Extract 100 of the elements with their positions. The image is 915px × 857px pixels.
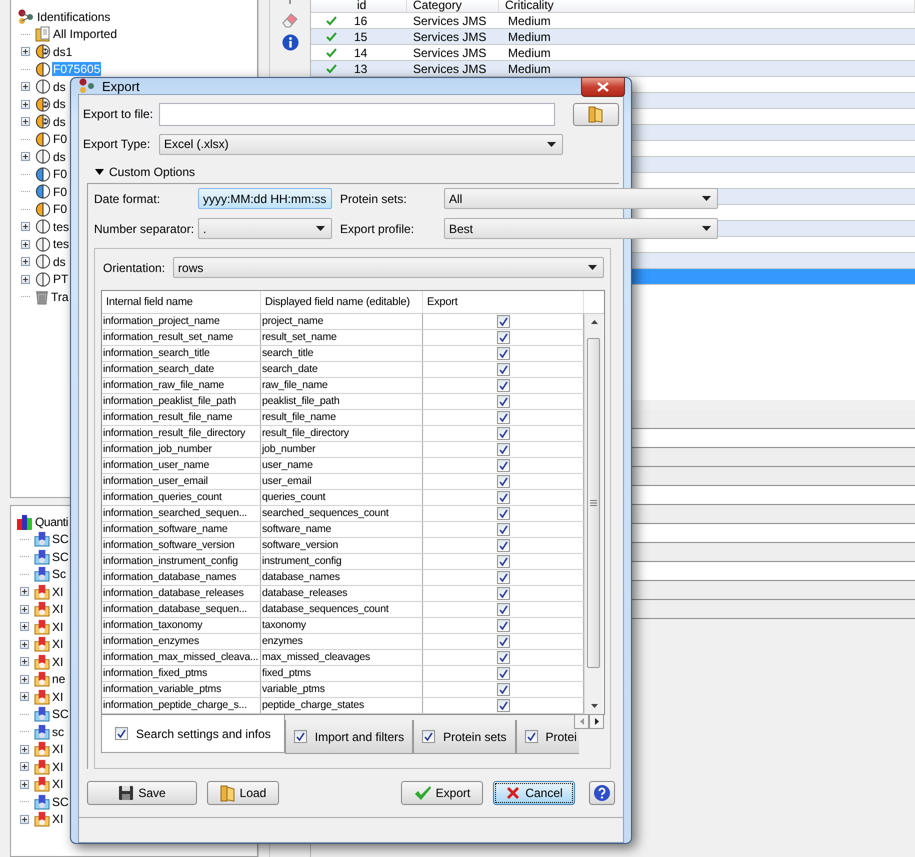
checkbox[interactable] (497, 363, 510, 376)
tree-title[interactable]: Quanti (35, 514, 68, 529)
checkbox[interactable] (497, 331, 510, 344)
table-cell[interactable]: user_name (261, 458, 423, 473)
up-triangle-icon[interactable] (590, 320, 598, 324)
table-cell[interactable]: searched_sequences_count (261, 506, 423, 521)
expand-icon[interactable] (21, 47, 30, 56)
tree-item[interactable]: ds (52, 114, 67, 129)
tree-item[interactable]: XI (51, 654, 64, 669)
file-path-field[interactable] (159, 102, 555, 126)
table-cell[interactable]: database_sequences_count (261, 602, 423, 617)
checkbox[interactable] (497, 683, 510, 696)
export-button[interactable]: Export (401, 781, 483, 805)
expand-icon[interactable] (20, 657, 29, 666)
tab[interactable]: Import and filters (284, 720, 414, 754)
checkbox[interactable] (497, 619, 510, 632)
expand-icon[interactable] (20, 622, 29, 632)
expand-icon[interactable] (21, 240, 30, 249)
tree-item[interactable]: XI (51, 584, 64, 599)
orientation-dropdown[interactable]: rows (173, 257, 604, 278)
tree-item[interactable]: ds (52, 80, 67, 94)
expand-icon[interactable] (20, 780, 29, 789)
checkbox[interactable] (524, 730, 538, 743)
tab[interactable]: Protein sets (413, 720, 516, 754)
tree-title[interactable]: Identifications (36, 10, 112, 24)
expand-icon[interactable] (20, 674, 29, 684)
tree-item[interactable]: tes (52, 220, 70, 234)
tree-item[interactable]: SC (51, 794, 70, 809)
table-cell[interactable]: peaklist_file_path (261, 394, 423, 409)
checkbox[interactable] (497, 347, 510, 360)
checkbox[interactable] (422, 730, 436, 743)
table-cell[interactable]: fixed_ptms (261, 666, 423, 681)
table-cell[interactable]: job_number (261, 442, 423, 457)
table-cell[interactable]: queries_count (261, 490, 423, 505)
checkbox[interactable] (497, 635, 510, 648)
table-cell[interactable]: enzymes (261, 634, 423, 649)
expand-icon[interactable] (21, 152, 30, 162)
checkbox[interactable] (497, 491, 510, 504)
browse-button[interactable] (572, 102, 619, 126)
table-cell[interactable]: instrument_config (261, 554, 423, 569)
checkbox[interactable] (497, 523, 510, 536)
dropdown[interactable]: Best (444, 218, 718, 239)
tree-item[interactable]: sc (51, 724, 65, 739)
checkbox[interactable] (115, 727, 128, 740)
tree-item[interactable]: ds (52, 254, 67, 269)
tree-item[interactable]: Sc (51, 567, 68, 582)
tree-item[interactable]: F0 (52, 202, 68, 216)
expand-icon[interactable] (21, 274, 30, 284)
table-cell[interactable]: max_missed_cleavages (261, 650, 423, 665)
checkbox[interactable] (497, 587, 510, 600)
expand-icon[interactable] (20, 692, 29, 702)
tree-item[interactable]: XI (51, 620, 64, 634)
expand-icon[interactable] (20, 814, 29, 824)
checkbox[interactable] (497, 667, 510, 680)
table-cell[interactable]: database_names (261, 570, 423, 585)
dropdown[interactable]: yyyy:MM:dd HH:mm:ss (198, 188, 332, 209)
tree-item[interactable]: ds (52, 97, 67, 112)
checkbox[interactable] (497, 651, 510, 664)
checkbox[interactable] (497, 459, 510, 472)
table-cell[interactable]: search_date (261, 362, 423, 377)
column-header[interactable]: Displayed field name (editable) (261, 291, 423, 313)
grip-icon[interactable] (590, 500, 597, 506)
tree-item[interactable]: tes (52, 237, 70, 252)
expand-icon[interactable] (21, 100, 30, 109)
tree-item[interactable]: ne (51, 672, 66, 686)
tree-item[interactable]: XI (51, 777, 64, 792)
tree-item[interactable]: All Imported (52, 27, 118, 42)
load-button[interactable]: Load (207, 781, 279, 805)
tree-item[interactable]: SC (51, 707, 70, 722)
tree-item[interactable]: F0 (52, 167, 68, 182)
checkbox[interactable] (497, 539, 510, 552)
expand-icon[interactable] (20, 762, 29, 772)
tree-item[interactable]: Tra (50, 290, 70, 304)
dropdown[interactable]: All (444, 188, 718, 209)
checkbox[interactable] (497, 395, 510, 408)
column-header[interactable]: id (351, 0, 407, 12)
expand-icon[interactable] (21, 222, 30, 232)
tree-item[interactable]: F0 (52, 132, 68, 146)
table-cell[interactable]: raw_file_name (261, 378, 423, 393)
table-cell[interactable]: result_file_name (261, 410, 423, 425)
close-button[interactable] (581, 77, 625, 97)
table-cell[interactable]: software_name (261, 522, 423, 537)
expand-icon[interactable] (21, 82, 30, 92)
table-cell[interactable]: result_set_name (261, 330, 423, 345)
custom-options-toggle[interactable]: Custom Options (95, 163, 619, 181)
checkbox[interactable] (497, 379, 510, 392)
expand-icon[interactable] (20, 604, 29, 614)
expand-icon[interactable] (20, 587, 29, 596)
checkbox[interactable] (497, 475, 510, 488)
scrollbar[interactable] (584, 314, 603, 714)
checkbox[interactable] (497, 507, 510, 520)
tree-item[interactable]: XI (51, 637, 64, 652)
help-button[interactable] (589, 781, 615, 805)
column-header[interactable]: Internal field name (102, 291, 261, 313)
tree-item[interactable]: SC (51, 532, 70, 546)
table-cell[interactable]: result_file_directory (261, 426, 423, 441)
table-cell[interactable]: variable_ptms (261, 682, 423, 697)
tree-item[interactable]: XI (51, 602, 64, 616)
down-triangle-icon[interactable] (590, 704, 598, 708)
tree-item[interactable]: XI (51, 742, 64, 756)
